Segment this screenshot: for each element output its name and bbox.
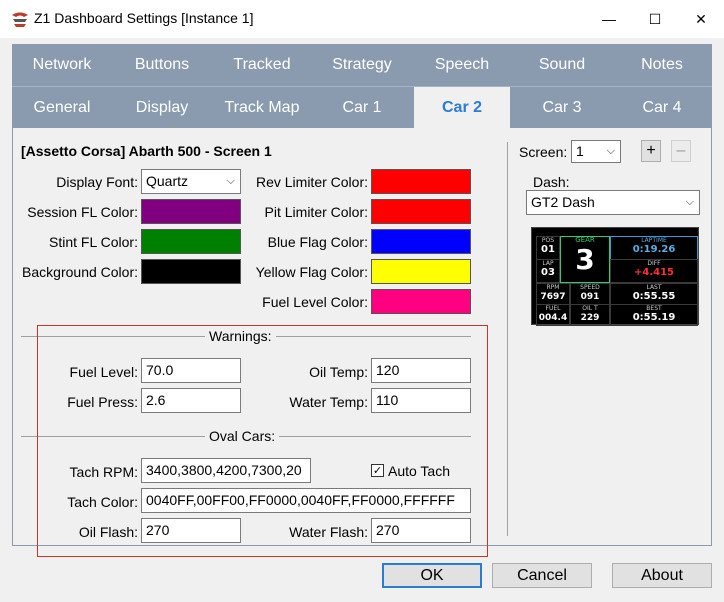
tab-general[interactable]: General bbox=[12, 87, 112, 129]
preview-fuel: FUEL 004.4 bbox=[536, 304, 570, 326]
yellow-flag-color-label: Yellow Flag Color: bbox=[255, 264, 368, 280]
dash-select[interactable]: GT2 Dash ⌵ bbox=[526, 190, 700, 215]
tab-display[interactable]: Display bbox=[112, 87, 212, 129]
pit-limiter-color-swatch[interactable] bbox=[371, 199, 471, 224]
preview-lap: LAP 03 bbox=[536, 259, 560, 283]
screen-label: Screen: bbox=[519, 144, 568, 160]
tab-strategy[interactable]: Strategy bbox=[312, 44, 412, 86]
session-fl-color-swatch[interactable] bbox=[141, 199, 241, 224]
tab-tracked[interactable]: Tracked bbox=[212, 44, 312, 86]
fuel-level-color-label: Fuel Level Color: bbox=[262, 294, 368, 310]
display-font-select[interactable]: Quartz ⌵ bbox=[141, 169, 241, 194]
blue-flag-color-label: Blue Flag Color: bbox=[267, 234, 368, 250]
tab-car-4[interactable]: Car 4 bbox=[612, 87, 712, 129]
display-font-label: Display Font: bbox=[56, 174, 138, 190]
session-fl-color-label: Session FL Color: bbox=[27, 204, 138, 220]
display-font-value: Quartz bbox=[146, 173, 189, 189]
dash-label: Dash: bbox=[533, 174, 570, 190]
column-divider bbox=[507, 142, 508, 536]
stint-fl-color-swatch[interactable] bbox=[141, 229, 241, 254]
add-screen-button[interactable]: + bbox=[641, 140, 661, 162]
background-color-label: Background Color: bbox=[22, 264, 138, 280]
car-heading: [Assetto Corsa] Abarth 500 - Screen 1 bbox=[21, 143, 272, 159]
tab-buttons[interactable]: Buttons bbox=[112, 44, 212, 86]
preview-oil-temp: OIL T 229 bbox=[570, 304, 610, 326]
rev-limiter-color-swatch[interactable] bbox=[371, 169, 471, 194]
cancel-button[interactable]: Cancel bbox=[492, 563, 592, 588]
rev-limiter-color-label: Rev Limiter Color: bbox=[255, 174, 368, 190]
highlight-box bbox=[37, 325, 488, 557]
chevron-down-icon: ⌵ bbox=[685, 196, 694, 208]
preview-speed: SPEED 091 bbox=[570, 283, 610, 305]
dash-select-value: GT2 Dash bbox=[531, 194, 595, 210]
fuel-level-color-swatch[interactable] bbox=[371, 289, 471, 314]
tab-track-map[interactable]: Track Map bbox=[212, 87, 312, 129]
tab-car-3[interactable]: Car 3 bbox=[512, 87, 612, 129]
screen-select-value: 1 bbox=[576, 143, 584, 159]
tab-car-1[interactable]: Car 1 bbox=[312, 87, 412, 129]
preview-pos: POS 01 bbox=[536, 236, 560, 260]
preview-laptime: LAPTIME 0:19.26 bbox=[610, 236, 698, 260]
window-title: Z1 Dashboard Settings [Instance 1] bbox=[34, 10, 254, 26]
dash-preview: POS 01 LAP 03 GEAR 3 LAPTIME 0:19.26 DIFF … bbox=[531, 227, 699, 326]
tab-network[interactable]: Network bbox=[12, 44, 112, 86]
blue-flag-color-swatch[interactable] bbox=[371, 229, 471, 254]
ok-button[interactable]: OK bbox=[382, 563, 482, 588]
app-logo-icon bbox=[12, 12, 28, 27]
tab-row-bottom: General Display Track Map Car 1 Car 2 Ca… bbox=[12, 86, 712, 129]
background-color-swatch[interactable] bbox=[141, 259, 241, 284]
screen-select[interactable]: 1 ⌵ bbox=[571, 140, 621, 163]
preview-rpm: RPM 7697 bbox=[536, 283, 570, 305]
tab-car-2[interactable]: Car 2 bbox=[414, 87, 510, 129]
tab-row-top: Network Buttons Tracked Strategy Speech … bbox=[12, 44, 712, 86]
tab-speech[interactable]: Speech bbox=[412, 44, 512, 86]
preview-best: BEST 0:55.19 bbox=[610, 304, 698, 326]
pit-limiter-color-label: Pit Limiter Color: bbox=[264, 204, 368, 220]
preview-last: LAST 0:55.55 bbox=[610, 283, 698, 305]
preview-diff: DIFF +4.415 bbox=[610, 259, 698, 283]
preview-gear: GEAR 3 bbox=[560, 236, 610, 283]
chevron-down-icon: ⌵ bbox=[606, 145, 615, 157]
maximize-button[interactable]: ☐ bbox=[632, 0, 678, 38]
remove-screen-button[interactable]: – bbox=[671, 140, 691, 162]
stint-fl-color-label: Stint FL Color: bbox=[49, 234, 138, 250]
minimize-button[interactable]: — bbox=[586, 0, 632, 38]
close-button[interactable]: ✕ bbox=[678, 0, 724, 38]
about-button[interactable]: About bbox=[612, 563, 712, 588]
title-bar: Z1 Dashboard Settings [Instance 1] — ☐ ✕ bbox=[0, 0, 724, 38]
tab-notes[interactable]: Notes bbox=[612, 44, 712, 86]
tab-sound[interactable]: Sound bbox=[512, 44, 612, 86]
yellow-flag-color-swatch[interactable] bbox=[371, 259, 471, 284]
chevron-down-icon: ⌵ bbox=[226, 175, 235, 187]
